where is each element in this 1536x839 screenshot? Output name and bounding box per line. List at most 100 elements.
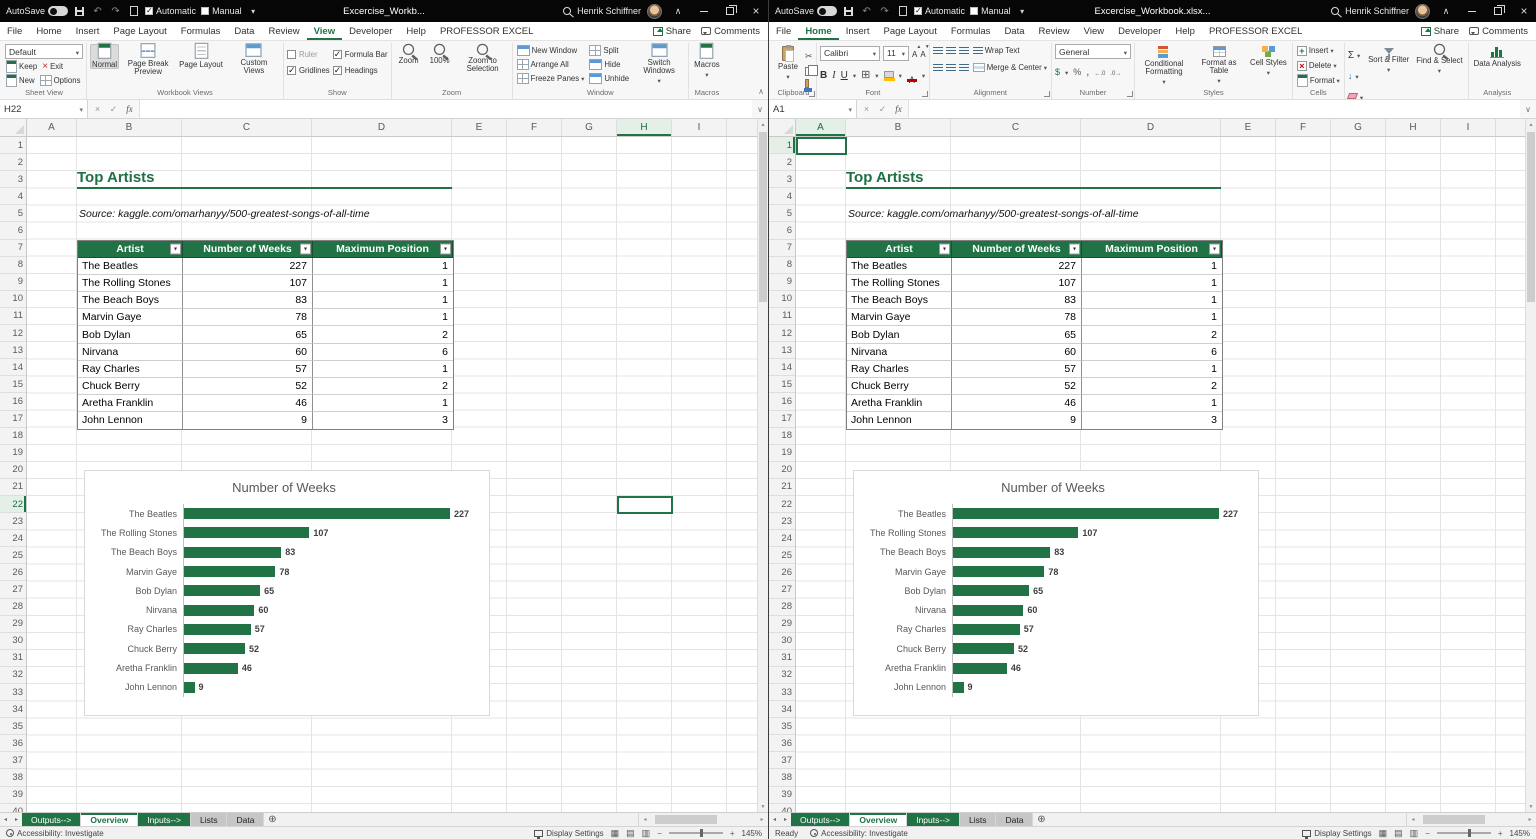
row-header-12[interactable]: 12 (769, 325, 795, 342)
horizontal-scrollbar[interactable]: ◂ ▸ (1406, 813, 1536, 826)
percent-style-icon[interactable] (1073, 62, 1081, 80)
artist-cell[interactable]: Marvin Gaye (78, 309, 183, 326)
row-header-23[interactable]: 23 (0, 513, 26, 530)
value-cell[interactable]: 1 (1082, 258, 1222, 275)
row-header-27[interactable]: 27 (769, 581, 795, 598)
ribbon-tab-home[interactable]: Home (29, 22, 68, 40)
align-bottom-icon[interactable] (959, 47, 969, 55)
row-header-6[interactable]: 6 (769, 222, 795, 239)
automatic-calculation-button[interactable]: Automatic (145, 6, 196, 16)
restore-button[interactable] (1488, 1, 1508, 21)
row-header-36[interactable]: 36 (0, 735, 26, 752)
value-cell[interactable]: 3 (313, 412, 453, 429)
save-icon[interactable] (842, 4, 855, 18)
search-icon[interactable] (1331, 7, 1339, 15)
value-cell[interactable]: 60 (952, 344, 1082, 361)
ribbon-tab-insert[interactable]: Insert (69, 22, 107, 40)
scroll-down-icon[interactable]: ▼ (1526, 801, 1536, 812)
cut-icon[interactable] (805, 46, 813, 64)
formula-bar-expand-icon[interactable]: ∨ (752, 100, 768, 118)
row-header-15[interactable]: 15 (0, 376, 26, 393)
sheet-tab-inputs[interactable]: Inputs--> (907, 813, 960, 826)
value-cell[interactable]: 1 (1082, 275, 1222, 292)
row-header-19[interactable]: 19 (0, 445, 26, 462)
format-painter-icon[interactable] (805, 79, 809, 88)
column-header-H[interactable]: H (1386, 119, 1441, 136)
new-sheet-button[interactable] (264, 813, 280, 826)
chart-bar[interactable] (184, 585, 260, 596)
ribbon-tab-home[interactable]: Home (798, 22, 838, 40)
row-header-5[interactable]: 5 (0, 205, 26, 222)
column-header-partial[interactable] (727, 119, 757, 136)
quick-access-dropdown-icon[interactable] (247, 4, 260, 18)
row-header-20[interactable]: 20 (769, 462, 795, 479)
row-header-26[interactable]: 26 (769, 564, 795, 581)
column-header-F[interactable]: F (507, 119, 562, 136)
close-button[interactable] (746, 1, 766, 21)
chart-bar[interactable] (184, 663, 238, 674)
accessibility-status[interactable]: Accessibility: Investigate (6, 829, 104, 838)
autosum-icon[interactable] (1348, 45, 1354, 63)
user-name[interactable]: Henrik Schiffner (1345, 6, 1409, 16)
chart-bar[interactable] (184, 605, 254, 616)
column-header-B[interactable]: B (846, 119, 951, 136)
filter-dropdown-icon[interactable]: ▾ (939, 244, 950, 255)
undo-icon[interactable] (860, 4, 873, 18)
normal-view-button[interactable]: Normal (90, 44, 119, 69)
row-header-31[interactable]: 31 (0, 650, 26, 667)
row-header-22[interactable]: 22 (0, 496, 26, 513)
value-cell[interactable]: 1 (313, 292, 453, 309)
ribbon-tab-professor-excel[interactable]: PROFESSOR EXCEL (1202, 22, 1309, 40)
zoom-in-icon[interactable] (1498, 829, 1503, 838)
sheet-tab-data[interactable]: Data (227, 813, 264, 826)
scrollbar-thumb[interactable] (759, 132, 767, 302)
sheet-tab-lists[interactable]: Lists (191, 813, 227, 826)
name-box[interactable]: A1 (769, 100, 857, 118)
chart-bar[interactable] (953, 624, 1020, 635)
arrange-all-button[interactable]: Arrange All (516, 58, 586, 71)
ribbon-tab-review[interactable]: Review (1032, 22, 1077, 40)
freeze-panes-button[interactable]: Freeze Panes (516, 72, 586, 85)
manual-calculation-button[interactable]: Manual (970, 6, 1011, 16)
formula-input[interactable] (909, 100, 1520, 118)
copy-icon[interactable] (805, 67, 813, 76)
dialog-launcher-icon[interactable] (809, 91, 815, 97)
value-cell[interactable]: 1 (1082, 292, 1222, 309)
unhide-button[interactable]: Unhide (588, 72, 630, 85)
align-middle-icon[interactable] (946, 47, 956, 55)
chart-bar[interactable] (184, 508, 450, 519)
value-cell[interactable]: 57 (952, 361, 1082, 378)
ribbon-tab-review[interactable]: Review (261, 22, 306, 40)
artist-cell[interactable]: The Beach Boys (78, 292, 183, 309)
row-header-16[interactable]: 16 (0, 393, 26, 410)
column-header-F[interactable]: F (1276, 119, 1331, 136)
data-analysis-button[interactable]: Data Analysis (1472, 44, 1523, 68)
increase-font-size-icon[interactable] (912, 44, 917, 62)
fill-icon[interactable] (1348, 66, 1353, 84)
share-button[interactable]: Share (653, 26, 691, 37)
chart-bar[interactable] (953, 566, 1044, 577)
increase-decimal-icon[interactable] (1094, 62, 1105, 80)
align-left-icon[interactable] (933, 64, 943, 72)
ribbon-tab-formulas[interactable]: Formulas (944, 22, 998, 40)
row-header-20[interactable]: 20 (0, 462, 26, 479)
sheet-nav-left-icon[interactable]: ◂ (769, 813, 780, 826)
display-settings-button[interactable]: Display Settings (534, 829, 603, 838)
accounting-format-icon[interactable] (1055, 62, 1060, 80)
ribbon-tab-data[interactable]: Data (227, 22, 261, 40)
row-header-19[interactable]: 19 (769, 445, 795, 462)
chart-bar[interactable] (184, 682, 195, 693)
filter-dropdown-icon[interactable]: ▾ (1069, 244, 1080, 255)
value-cell[interactable]: 1 (313, 361, 453, 378)
artist-cell[interactable]: Ray Charles (847, 361, 952, 378)
borders-icon[interactable] (861, 65, 870, 83)
scroll-right-icon[interactable]: ▸ (1524, 813, 1536, 826)
zoom-in-icon[interactable] (730, 829, 735, 838)
align-right-icon[interactable] (959, 64, 969, 72)
zoom-slider[interactable] (1437, 832, 1491, 834)
row-header-32[interactable]: 32 (0, 667, 26, 684)
accessibility-status[interactable]: Accessibility: Investigate (810, 829, 908, 838)
ribbon-tab-page-layout[interactable]: Page Layout (876, 22, 943, 40)
value-cell[interactable]: 78 (183, 309, 313, 326)
row-header-13[interactable]: 13 (0, 342, 26, 359)
